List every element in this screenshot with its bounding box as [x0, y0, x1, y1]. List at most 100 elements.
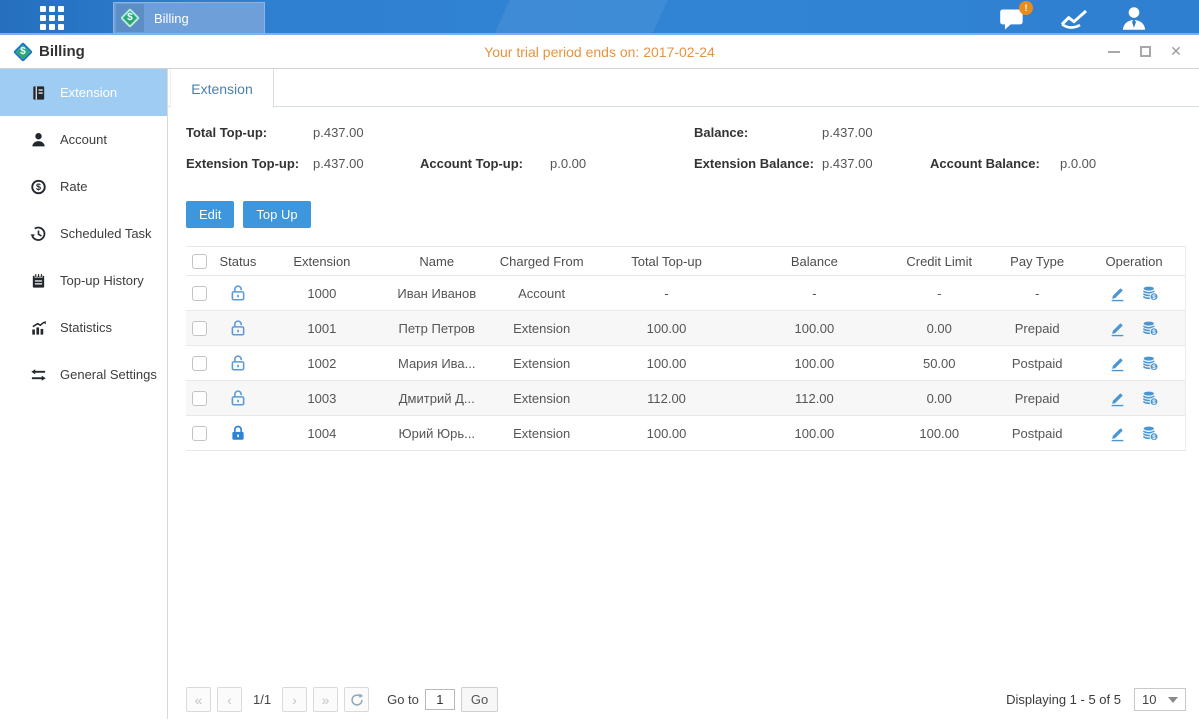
user-icon[interactable]: [1121, 5, 1149, 31]
cell-balance: 112.00: [741, 391, 887, 406]
page-size-select[interactable]: 10: [1134, 688, 1186, 711]
cell-operation: $: [1083, 425, 1185, 442]
cell-extension: 1004: [262, 426, 382, 441]
refresh-icon[interactable]: [344, 687, 369, 712]
topup-icon[interactable]: $: [1142, 355, 1159, 372]
balance-label: Balance:: [694, 125, 748, 140]
select-all-checkbox[interactable]: [192, 254, 207, 269]
row-checkbox[interactable]: [192, 356, 207, 371]
sidebar-item-topup-history[interactable]: Top-up History: [0, 257, 167, 304]
trial-notice: Your trial period ends on: 2017-02-24: [0, 44, 1199, 60]
cell-credit-limit: -: [887, 286, 991, 301]
column-header-total-topup: Total Top-up: [592, 254, 742, 269]
column-header-name: Name: [382, 254, 492, 269]
cell-balance: -: [741, 286, 887, 301]
sidebar-item-account[interactable]: Account: [0, 116, 167, 163]
account-icon: [30, 131, 47, 149]
extension-balance-label: Extension Balance:: [694, 156, 814, 171]
status-lock-icon: [229, 424, 247, 442]
cell-balance: 100.00: [741, 321, 887, 336]
sidebar-item-rate[interactable]: $ Rate: [0, 163, 167, 210]
billing-app-tab[interactable]: $ Billing: [113, 2, 265, 34]
row-checkbox[interactable]: [192, 286, 207, 301]
status-lock-icon: [229, 284, 247, 302]
first-page-icon[interactable]: «: [186, 687, 211, 712]
notification-badge: !: [1019, 1, 1033, 15]
column-header-pay-type: Pay Type: [991, 254, 1083, 269]
edit-icon[interactable]: [1109, 320, 1126, 337]
status-lock-icon: [229, 389, 247, 407]
topup-icon[interactable]: $: [1142, 390, 1159, 407]
edit-icon[interactable]: [1109, 355, 1126, 372]
go-button[interactable]: Go: [461, 687, 498, 712]
cell-extension: 1002: [262, 356, 382, 371]
row-checkbox[interactable]: [192, 321, 207, 336]
last-page-icon[interactable]: »: [313, 687, 338, 712]
sidebar-item-statistics[interactable]: Statistics: [0, 304, 167, 351]
minimize-icon[interactable]: [1107, 45, 1121, 59]
top-up-button[interactable]: Top Up: [243, 201, 310, 228]
table-row: 1001Петр ПетровExtension100.00100.000.00…: [186, 311, 1185, 346]
extension-icon: [30, 84, 47, 102]
topup-icon[interactable]: $: [1142, 320, 1159, 337]
edit-icon[interactable]: [1109, 425, 1126, 442]
rate-icon: $: [30, 178, 47, 196]
page-size-value: 10: [1142, 692, 1156, 707]
cell-total-topup: 100.00: [592, 356, 742, 371]
extension-balance-value: p.437.00: [822, 156, 873, 171]
cell-name: Петр Петров: [382, 321, 492, 336]
sidebar-item-general-settings[interactable]: General Settings: [0, 351, 167, 398]
close-icon[interactable]: ✕: [1169, 45, 1183, 59]
sidebar-item-label: Statistics: [60, 320, 112, 335]
cell-charged-from: Extension: [492, 321, 592, 336]
top-app-bar: $ Billing !: [0, 0, 1199, 35]
cell-charged-from: Extension: [492, 426, 592, 441]
extension-topup-value: p.437.00: [313, 156, 364, 171]
edit-button[interactable]: Edit: [186, 201, 234, 228]
topup-history-icon: [30, 272, 47, 290]
row-checkbox[interactable]: [192, 426, 207, 441]
cell-charged-from: Extension: [492, 391, 592, 406]
displaying-count: Displaying 1 - 5 of 5: [1006, 692, 1121, 707]
svg-text:$: $: [1152, 293, 1156, 300]
status-lock-icon: [229, 319, 247, 337]
sidebar-item-extension[interactable]: Extension: [0, 69, 167, 116]
edit-icon[interactable]: [1109, 390, 1126, 407]
edit-icon[interactable]: [1109, 285, 1126, 302]
topup-icon[interactable]: $: [1142, 425, 1159, 442]
cell-extension: 1000: [262, 286, 382, 301]
sidebar-item-scheduled-task[interactable]: Scheduled Task: [0, 210, 167, 257]
cell-name: Иван Иванов: [382, 286, 492, 301]
lock-open-icon: [229, 319, 247, 337]
topup-icon[interactable]: $: [1142, 285, 1159, 302]
page-indicator: 1/1: [253, 692, 271, 707]
goto-page-input[interactable]: [425, 689, 455, 710]
line-chart-icon[interactable]: [1060, 5, 1088, 31]
status-lock-icon: [229, 354, 247, 372]
chat-icon[interactable]: !: [999, 5, 1027, 31]
account-topup-label: Account Top-up:: [420, 156, 523, 171]
pagination-bar: « ‹ 1/1 › » Go to Go Displaying 1 - 5 of…: [186, 687, 1186, 712]
column-header-extension: Extension: [262, 254, 382, 269]
svg-text:$: $: [1152, 433, 1156, 440]
cell-credit-limit: 100.00: [887, 426, 991, 441]
next-page-icon[interactable]: ›: [282, 687, 307, 712]
sidebar-item-label: General Settings: [60, 367, 157, 382]
cell-charged-from: Extension: [492, 356, 592, 371]
column-header-credit-limit: Credit Limit: [887, 254, 991, 269]
table-header: Status Extension Name Charged From Total…: [186, 246, 1185, 276]
row-checkbox[interactable]: [192, 391, 207, 406]
sidebar: Extension Account $ Rate Scheduled Task: [0, 69, 168, 719]
prev-page-icon[interactable]: ‹: [217, 687, 242, 712]
apps-grid-icon[interactable]: [40, 6, 64, 30]
table-body: 1000Иван ИвановAccount---- $ 1001Петр Пе…: [186, 276, 1185, 451]
cell-charged-from: Account: [492, 286, 592, 301]
extension-table: Status Extension Name Charged From Total…: [186, 246, 1186, 451]
cell-pay-type: Prepaid: [991, 321, 1083, 336]
total-topup-label: Total Top-up:: [186, 125, 267, 140]
maximize-icon[interactable]: [1138, 45, 1152, 59]
cell-balance: 100.00: [741, 356, 887, 371]
tab-extension[interactable]: Extension: [170, 69, 274, 108]
lock-open-icon: [229, 284, 247, 302]
cell-name: Дмитрий Д...: [382, 391, 492, 406]
